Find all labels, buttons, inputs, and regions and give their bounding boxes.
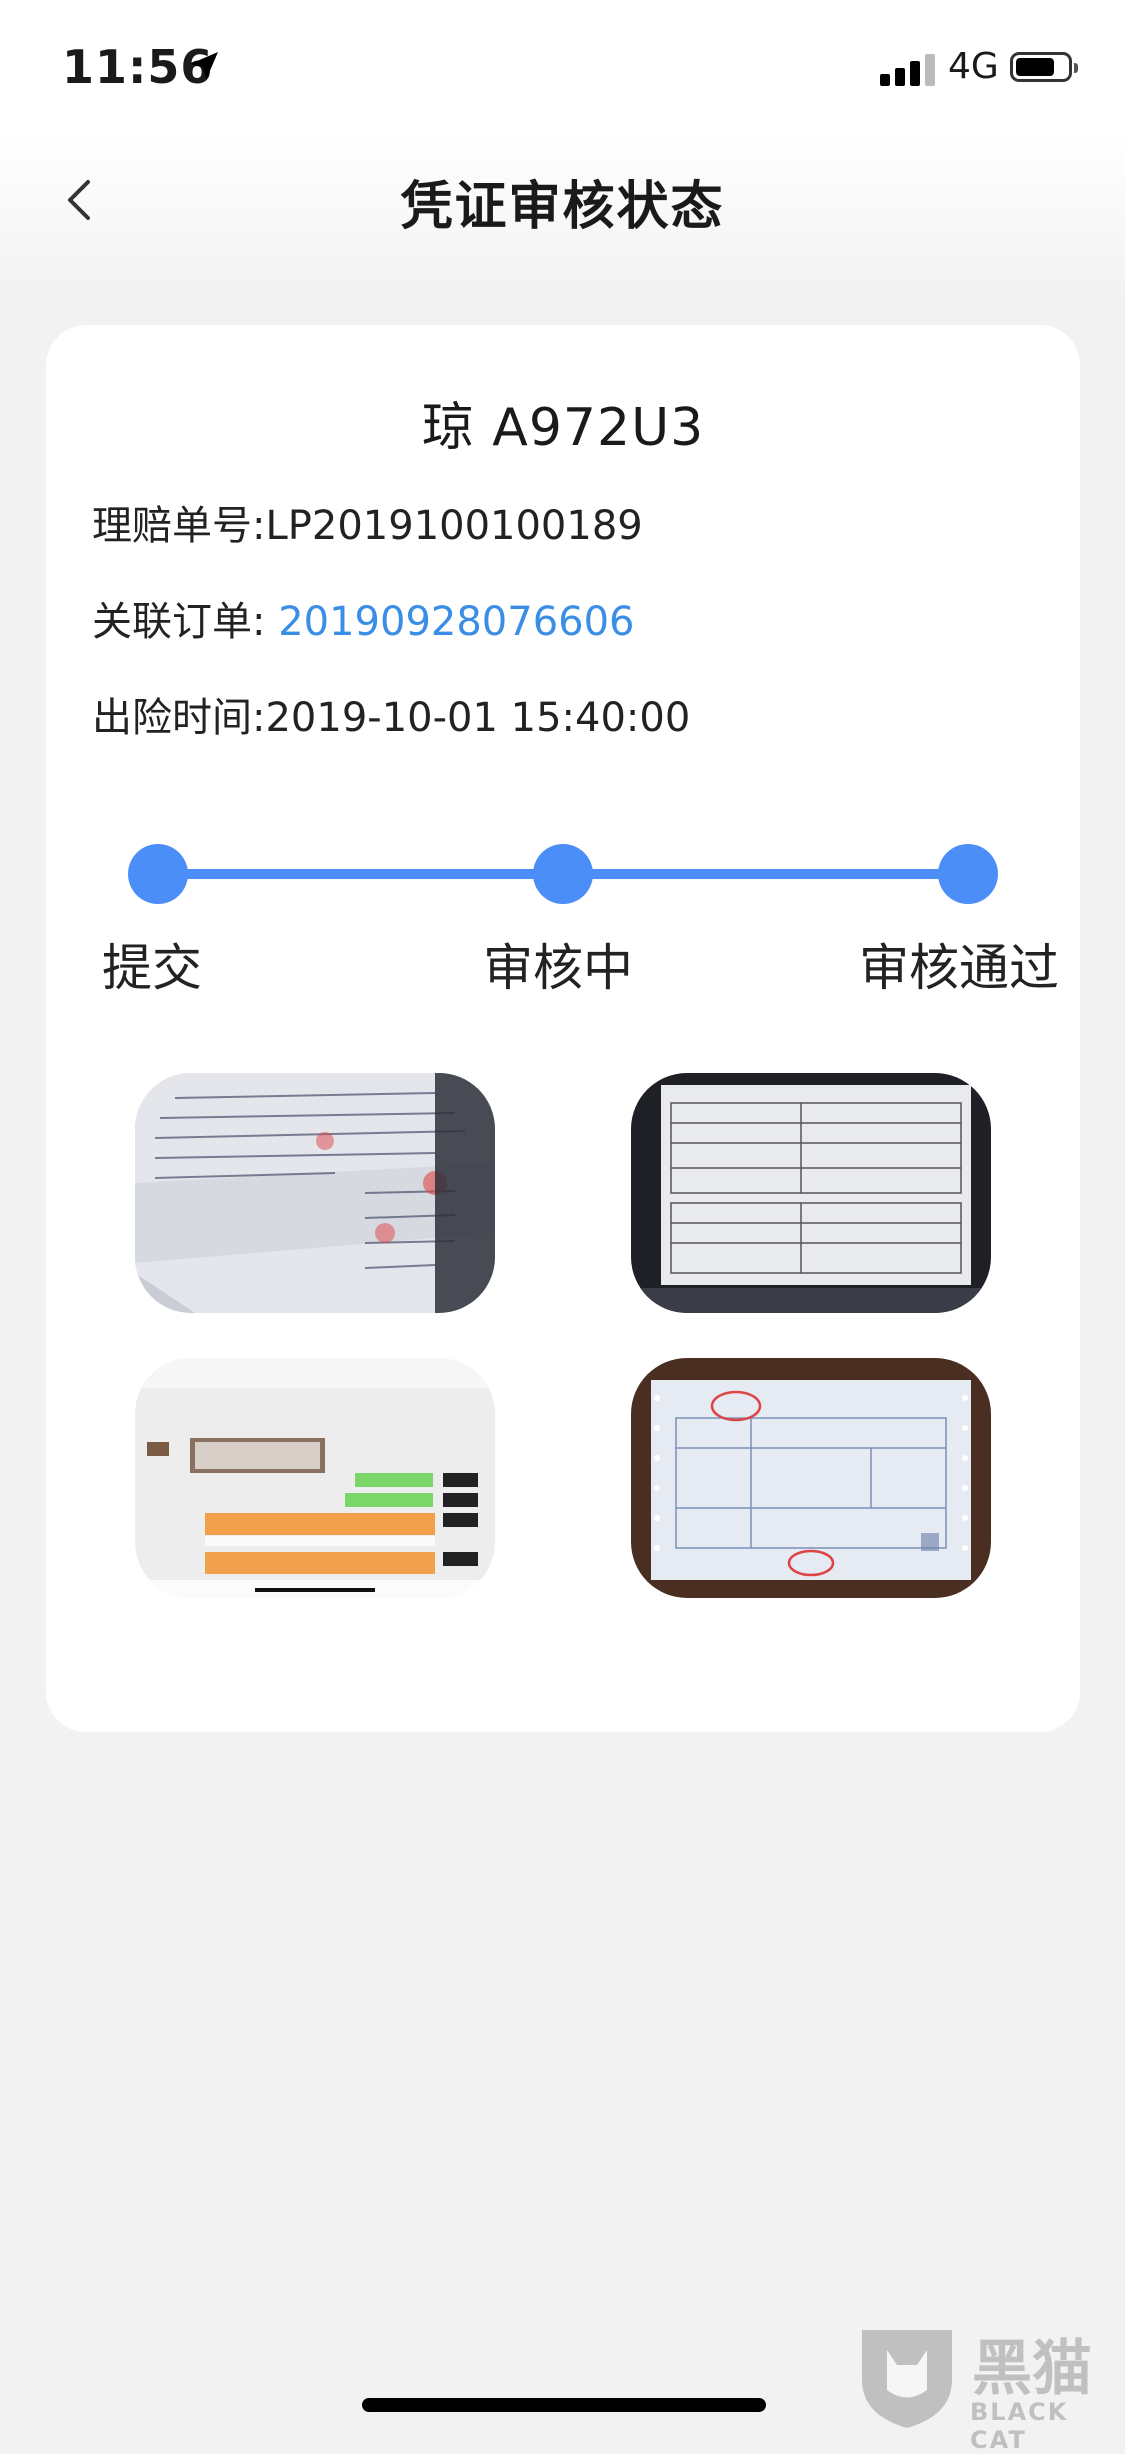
license-plate: 琼 A972U3 (421, 398, 705, 458)
step-label-submit: 提交 (102, 939, 202, 997)
black-cat-logo-icon (862, 2330, 952, 2428)
watermark: 黑猫 BLACK CAT (852, 2320, 1122, 2454)
battery-icon (1010, 52, 1078, 82)
attachment-thumbnail-1[interactable] (135, 1073, 495, 1313)
accident-time-row: 出险时间:2019-10-01 15:40:00 (92, 685, 690, 743)
handwritten-letter-photo-icon (135, 1073, 495, 1313)
claim-number-value: LP2019100100189 (265, 503, 643, 549)
step-label-approved: 审核通过 (859, 939, 1059, 997)
review-progress: 提交 审核中 审核通过 (46, 820, 1080, 997)
attachment-thumbnail-2[interactable] (631, 1073, 991, 1313)
step-dot-submit (128, 844, 188, 904)
invoice-photo-icon (631, 1358, 991, 1598)
signal-icon (880, 52, 938, 86)
attachment-thumbnail-3[interactable] (135, 1358, 495, 1598)
attachment-thumbnail-4[interactable] (631, 1358, 991, 1598)
step-dot-approved (938, 844, 998, 904)
order-row: 关联订单: 20190928076606 (92, 589, 635, 647)
claim-number-label: 理赔单号: (92, 503, 266, 549)
location-arrow-icon (190, 52, 218, 80)
order-label: 关联订单: (92, 599, 266, 645)
step-label-reviewing: 审核中 (483, 939, 633, 997)
watermark-en: BLACK CAT (970, 2398, 1069, 2454)
accident-time-value: 2019-10-01 15:40:00 (265, 695, 691, 741)
order-link[interactable]: 20190928076606 (278, 599, 634, 645)
claim-card: 琼 A972U3 理赔单号:LP2019100100189 关联订单: 2019… (46, 325, 1080, 1732)
claim-number-row: 理赔单号:LP2019100100189 (92, 493, 643, 551)
chat-screenshot-photo-icon (135, 1358, 495, 1598)
nav-bar: 凭证审核状态 (0, 150, 1125, 250)
accident-time-label: 出险时间: (92, 695, 266, 741)
step-dot-reviewing (533, 844, 593, 904)
network-type: 4G (948, 46, 999, 87)
page-title: 凭证审核状态 (400, 177, 725, 237)
form-document-photo-icon (631, 1073, 991, 1313)
status-bar: 11:56 4G (0, 0, 1125, 130)
home-indicator[interactable] (362, 2398, 766, 2412)
watermark-cn: 黑猫 (972, 2334, 1092, 2404)
